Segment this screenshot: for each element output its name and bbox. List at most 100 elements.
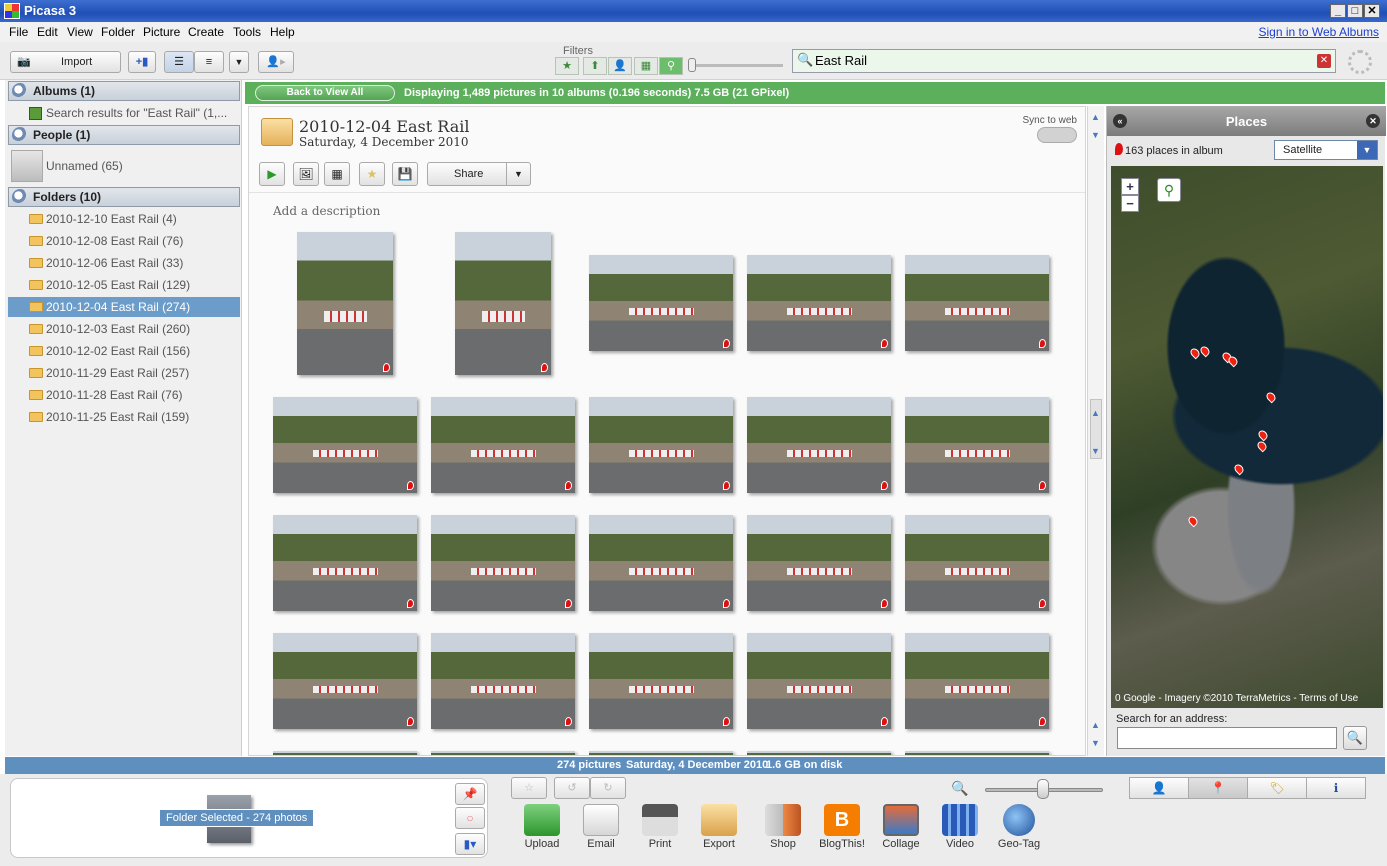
album-item-search-results[interactable]: Search results for "East Rail" (1,... [8, 103, 240, 123]
tree-view-icon[interactable]: ≡ [194, 51, 224, 73]
photo-thumbnail[interactable] [589, 751, 733, 755]
scrollbar[interactable]: ▲ ▼ ▲ ▼ ▲ ▼ [1087, 106, 1104, 756]
email-button[interactable]: Email [573, 804, 629, 850]
geotag-filter-icon[interactable]: ⚲ [659, 57, 683, 75]
people-tab-icon[interactable]: 👤 [1129, 777, 1189, 799]
add-to-album-icon[interactable]: ▮▾ [455, 833, 485, 855]
clear-tray-icon[interactable]: ○ [455, 807, 485, 829]
photo-thumbnail[interactable] [431, 751, 575, 755]
uploaded-filter-icon[interactable]: ⬆ [583, 57, 607, 75]
menu-view[interactable]: View [67, 25, 93, 39]
album-title[interactable]: 2010-12-04 East Rail [299, 117, 469, 136]
sign-in-link[interactable]: Sign in to Web Albums [1258, 25, 1379, 39]
photo-thumbnail[interactable] [273, 751, 417, 755]
maximize-button[interactable]: □ [1347, 4, 1363, 18]
map-pin-icon[interactable] [1256, 428, 1270, 442]
photo-thumbnail[interactable] [747, 515, 891, 611]
folders-section-header[interactable]: Folders (10) [8, 187, 240, 207]
photo-thumbnail[interactable] [747, 397, 891, 493]
faces-filter-icon[interactable]: 👤 [608, 57, 632, 75]
geotag-button[interactable]: Geo-Tag [991, 804, 1047, 850]
map-pin-icon[interactable] [1232, 462, 1246, 476]
close-icon[interactable]: ✕ [1366, 114, 1380, 128]
page-down-icon[interactable]: ▼ [1091, 446, 1100, 456]
tags-tab-icon[interactable]: 🏷 [1247, 777, 1307, 799]
date-filter-slider[interactable] [688, 64, 783, 67]
shop-button[interactable]: Shop [755, 804, 811, 850]
address-search-input[interactable] [1117, 727, 1337, 749]
menu-tools[interactable]: Tools [233, 25, 261, 39]
video-button[interactable]: Video [932, 804, 988, 850]
photo-thumbnail[interactable] [905, 255, 1049, 351]
map-pin-icon[interactable] [1255, 439, 1269, 453]
photo-thumbnail[interactable] [589, 255, 733, 351]
share-button[interactable]: Share ▼ [427, 162, 531, 186]
photo-thumbnail[interactable] [589, 633, 733, 729]
collage-button[interactable]: Collage [873, 804, 929, 850]
menu-picture[interactable]: Picture [143, 25, 180, 39]
play-slideshow-icon[interactable]: ▶ [259, 162, 285, 186]
starred-filter-icon[interactable]: ★ [555, 57, 579, 75]
print-button[interactable]: Print [632, 804, 688, 850]
chevron-down-icon[interactable]: ▼ [229, 51, 249, 73]
photo-thumbnail[interactable] [747, 633, 891, 729]
chevron-down-icon[interactable]: ▼ [506, 163, 530, 185]
map-pin-icon[interactable] [1186, 514, 1200, 528]
people-tag-icon[interactable]: 👤▸ [258, 51, 294, 73]
scroll-up-icon[interactable]: ▲ [1091, 112, 1100, 122]
close-window-button[interactable]: ✕ [1364, 4, 1380, 18]
zoom-out-button[interactable]: − [1121, 195, 1139, 212]
satellite-map[interactable]: + − ⚲ 0 Google - Imagery ©2010 TerraMetr… [1111, 166, 1383, 708]
folder-item[interactable]: 2010-12-05 East Rail (129) [8, 275, 240, 295]
folder-item-selected[interactable]: 2010-12-04 East Rail (274) [8, 297, 240, 317]
albums-section-header[interactable]: Albums (1) [8, 81, 240, 101]
photo-thumbnail[interactable] [747, 751, 891, 755]
folder-item[interactable]: 2010-11-29 East Rail (257) [8, 363, 240, 383]
photo-thumbnail[interactable] [905, 633, 1049, 729]
photo-thumbnail[interactable] [431, 633, 575, 729]
movies-filter-icon[interactable]: ▦ [634, 57, 658, 75]
photo-thumbnail[interactable] [455, 232, 551, 375]
back-to-view-all-button[interactable]: Back to View All [255, 85, 395, 101]
thumbnail-size-knob[interactable] [1037, 779, 1049, 799]
rotate-left-icon[interactable]: ↺ [554, 777, 590, 799]
photo-thumbnail[interactable] [905, 751, 1049, 755]
photo-thumbnail[interactable] [273, 515, 417, 611]
search-input[interactable] [815, 53, 1295, 68]
photo-thumbnail[interactable] [273, 397, 417, 493]
photo-thumbnail[interactable] [431, 397, 575, 493]
star-icon[interactable]: ☆ [511, 777, 547, 799]
blogthis-button[interactable]: B BlogThis! [814, 804, 870, 850]
geotag-pin-icon[interactable]: ⚲ [1157, 178, 1181, 202]
scroll-down-icon[interactable]: ▼ [1091, 738, 1100, 748]
map-pin-icon[interactable] [1198, 344, 1212, 358]
folder-item[interactable]: 2010-11-25 East Rail (159) [8, 407, 240, 427]
photo-thumbnail[interactable] [297, 232, 393, 375]
scroll-up-icon[interactable]: ▲ [1091, 720, 1100, 730]
folder-item[interactable]: 2010-12-06 East Rail (33) [8, 253, 240, 273]
places-tab-icon[interactable]: 📍 [1188, 777, 1248, 799]
menu-create[interactable]: Create [188, 25, 224, 39]
map-pin-icon[interactable] [1226, 354, 1240, 368]
upload-button[interactable]: Upload [514, 804, 570, 850]
menu-file[interactable]: File [9, 25, 28, 39]
list-view-icon[interactable]: ☰ [164, 51, 194, 73]
photo-thumbnail[interactable] [589, 397, 733, 493]
folder-item[interactable]: 2010-12-08 East Rail (76) [8, 231, 240, 251]
scroll-down-icon[interactable]: ▼ [1091, 130, 1100, 140]
import-button[interactable]: 📷 Import [10, 51, 121, 73]
add-to-album-button[interactable]: +▮ [128, 51, 156, 73]
collage-icon[interactable]: ▦ [324, 162, 350, 186]
map-type-select[interactable]: Satellite ▼ [1274, 140, 1378, 160]
save-icon[interactable]: 💾 [392, 162, 418, 186]
folder-item[interactable]: 2010-12-02 East Rail (156) [8, 341, 240, 361]
photo-thumbnail[interactable] [905, 515, 1049, 611]
folder-item[interactable]: 2010-12-03 East Rail (260) [8, 319, 240, 339]
menu-edit[interactable]: Edit [37, 25, 58, 39]
export-button[interactable]: Export [691, 804, 747, 850]
photo-thumbnail[interactable] [905, 397, 1049, 493]
info-tab-icon[interactable]: ℹ [1306, 777, 1366, 799]
search-icon[interactable]: 🔍 [1343, 726, 1367, 750]
menu-help[interactable]: Help [270, 25, 295, 39]
page-up-icon[interactable]: ▲ [1091, 408, 1100, 418]
